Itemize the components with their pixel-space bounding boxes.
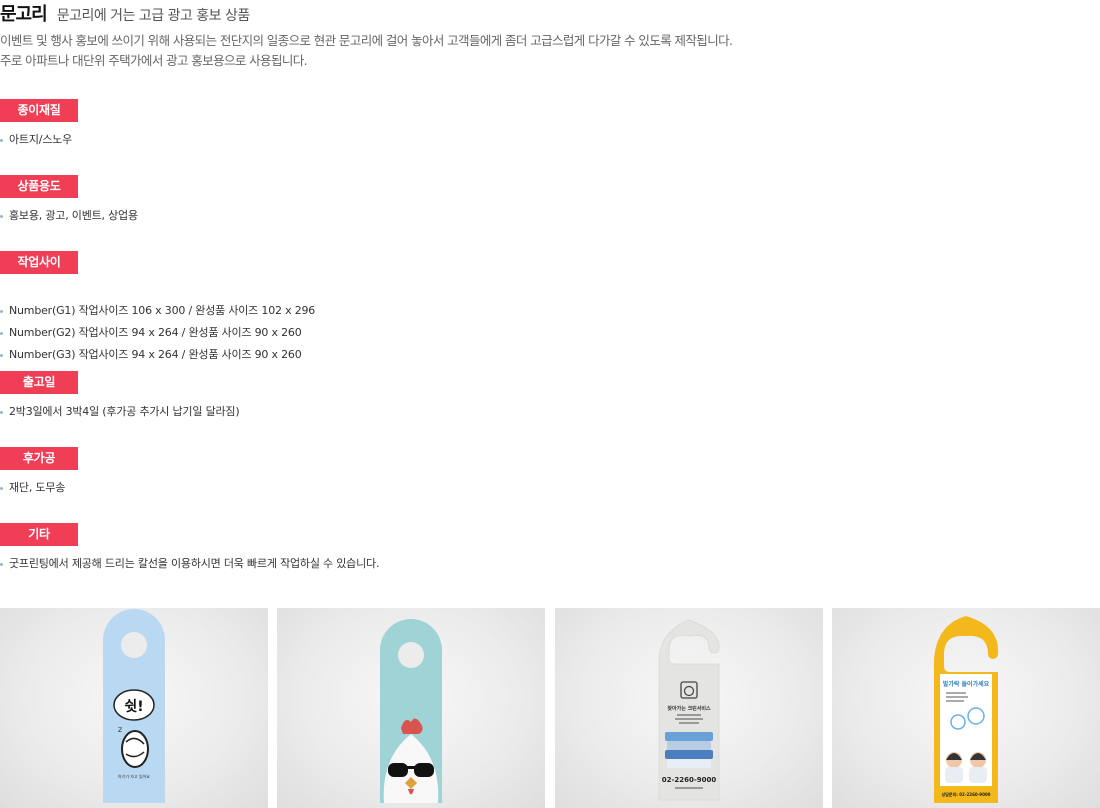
sample-image-chicken[interactable] — [277, 608, 545, 808]
sunglasses-icon — [388, 763, 408, 777]
phone-number: 02-2260-9000 — [662, 776, 717, 784]
product-page: 문고리 문고리에 거는 고급 광고 홍보 상품 이벤트 및 행사 홍보에 쓰이기… — [0, 0, 1100, 808]
list-item: 재단, 도무송 — [0, 477, 78, 499]
section-delivery: 출고일 2박3일에서 3박4일 (후가공 추가시 납기일 달라짐) — [0, 371, 240, 423]
section-badge: 출고일 — [0, 371, 78, 394]
card-footer-text: 상담문의: 02-2260-9000 — [942, 791, 991, 797]
description-line: 주로 아파트나 대단위 주택가에서 광고 홍보용으로 사용됩니다. — [0, 53, 308, 68]
section-finishing: 후가공 재단, 도무송 — [0, 447, 78, 499]
list-item: Number(G3) 작업사이즈 94 x 264 / 완성품 사이즈 90 x… — [0, 344, 315, 366]
bubble-text: 쉿! — [124, 699, 143, 715]
page-title: 문고리 — [0, 4, 48, 25]
section-badge: 기타 — [0, 523, 78, 546]
list-item: Number(G1) 작업사이즈 106 x 300 / 완성품 사이즈 102… — [0, 300, 315, 322]
list-item: Number(G2) 작업사이즈 94 x 264 / 완성품 사이즈 90 x… — [0, 322, 315, 344]
section-badge: 작업사이즈 — [0, 251, 78, 292]
card-headline: 발가락 들어가세요 — [943, 680, 990, 688]
product-description: 이벤트 및 행사 홍보에 쓰이기 위해 사용되는 전단지의 일종으로 현관 문고… — [0, 31, 733, 71]
sample-gallery: 쉿! Z 아기가 자고 있어요 찾아가는 크린서비스 02-2260-9000 … — [0, 608, 1100, 808]
section-etc: 기타 굿프린팅에서 제공해 드리는 칼선을 이용하시면 더욱 빠르게 작업하실 … — [0, 523, 379, 575]
list-item: 홍보용, 광고, 이벤트, 상업용 — [0, 205, 138, 227]
sample-image-baby[interactable]: 쉿! Z 아기가 자고 있어요 — [0, 608, 268, 808]
service-name: 찾아가는 크린서비스 — [667, 705, 711, 712]
list-item: 2박3일에서 3박4일 (후가공 추가시 납기일 달라짐) — [0, 401, 240, 423]
section-badge: 종이재질 — [0, 99, 78, 122]
baby-icon — [121, 730, 149, 768]
sample-image-laundry[interactable]: 찾아가는 크린서비스 02-2260-9000 — [555, 608, 823, 808]
list-item: 굿프린팅에서 제공해 드리는 칼선을 이용하시면 더욱 빠르게 작업하실 수 있… — [0, 553, 379, 575]
description-line: 이벤트 및 행사 홍보에 쓰이기 위해 사용되는 전단지의 일종으로 현관 문고… — [0, 33, 733, 48]
section-size: 작업사이즈 Number(G1) 작업사이즈 106 x 300 / 완성품 사… — [0, 251, 315, 366]
sample-image-kids[interactable]: 발가락 들어가세요 상담문의: 02-2260-9000 — [832, 608, 1100, 808]
header: 문고리 문고리에 거는 고급 광고 홍보 상품 — [0, 0, 251, 25]
card-small-text: 아기가 자고 있어요 — [118, 773, 150, 779]
section-usage: 상품용도 홍보용, 광고, 이벤트, 상업용 — [0, 175, 138, 227]
section-badge: 상품용도 — [0, 175, 78, 198]
svg-text:Z: Z — [118, 727, 122, 734]
page-subtitle: 문고리에 거는 고급 광고 홍보 상품 — [56, 8, 251, 24]
section-paper: 종이재질 아트지/스노우 — [0, 99, 78, 151]
list-item: 아트지/스노우 — [0, 129, 78, 151]
section-badge: 후가공 — [0, 447, 78, 470]
folded-clothes-icon — [665, 732, 713, 741]
